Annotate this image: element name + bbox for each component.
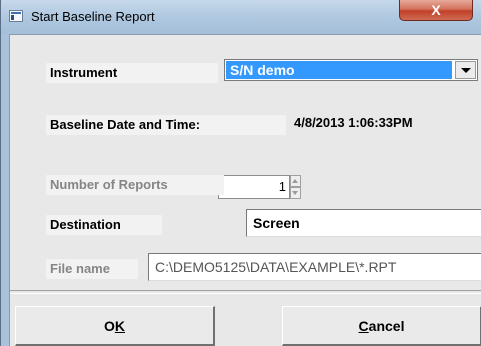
chevron-down-icon[interactable]	[455, 61, 476, 79]
baseline-datetime-value: 4/8/2013 1:06:33PM	[294, 115, 413, 130]
title-bar[interactable]: Start Baseline Report X	[1, 0, 481, 34]
app-window-icon[interactable]	[9, 10, 23, 22]
ok-button[interactable]: OK	[15, 306, 215, 346]
cancel-label-rest: ancel	[368, 318, 405, 334]
instrument-selected-value: S/N demo	[226, 61, 452, 79]
instrument-select[interactable]: S/N demo	[224, 59, 478, 81]
divider	[10, 290, 481, 294]
dialog-window: Start Baseline Report X Instrument S/N d…	[0, 0, 481, 346]
destination-field[interactable]: Screen	[246, 209, 481, 237]
destination-label: Destination	[46, 215, 162, 235]
ok-accelerator: K	[114, 318, 125, 334]
instrument-label: Instrument	[46, 63, 218, 83]
dialog-body: Instrument S/N demo Baseline Date and Ti…	[9, 34, 481, 346]
baseline-datetime-label: Baseline Date and Time:	[46, 115, 286, 135]
spin-down-icon[interactable]	[290, 187, 301, 199]
spin-up-icon[interactable]	[290, 175, 301, 187]
filename-label: File name	[46, 259, 138, 279]
filename-field[interactable]: C:\DEMO5125\DATA\EXAMPLE\*.RPT	[148, 253, 481, 281]
reports-count-input[interactable]: 1	[218, 175, 290, 199]
reports-count-spinner[interactable]	[290, 175, 301, 199]
cancel-button[interactable]: Cancel	[282, 306, 481, 346]
ok-label-start: O	[103, 318, 115, 334]
close-button[interactable]: X	[399, 0, 473, 21]
reports-count-label: Number of Reports	[46, 175, 224, 195]
window-title: Start Baseline Report	[31, 9, 155, 24]
cancel-accelerator: C	[358, 318, 369, 334]
